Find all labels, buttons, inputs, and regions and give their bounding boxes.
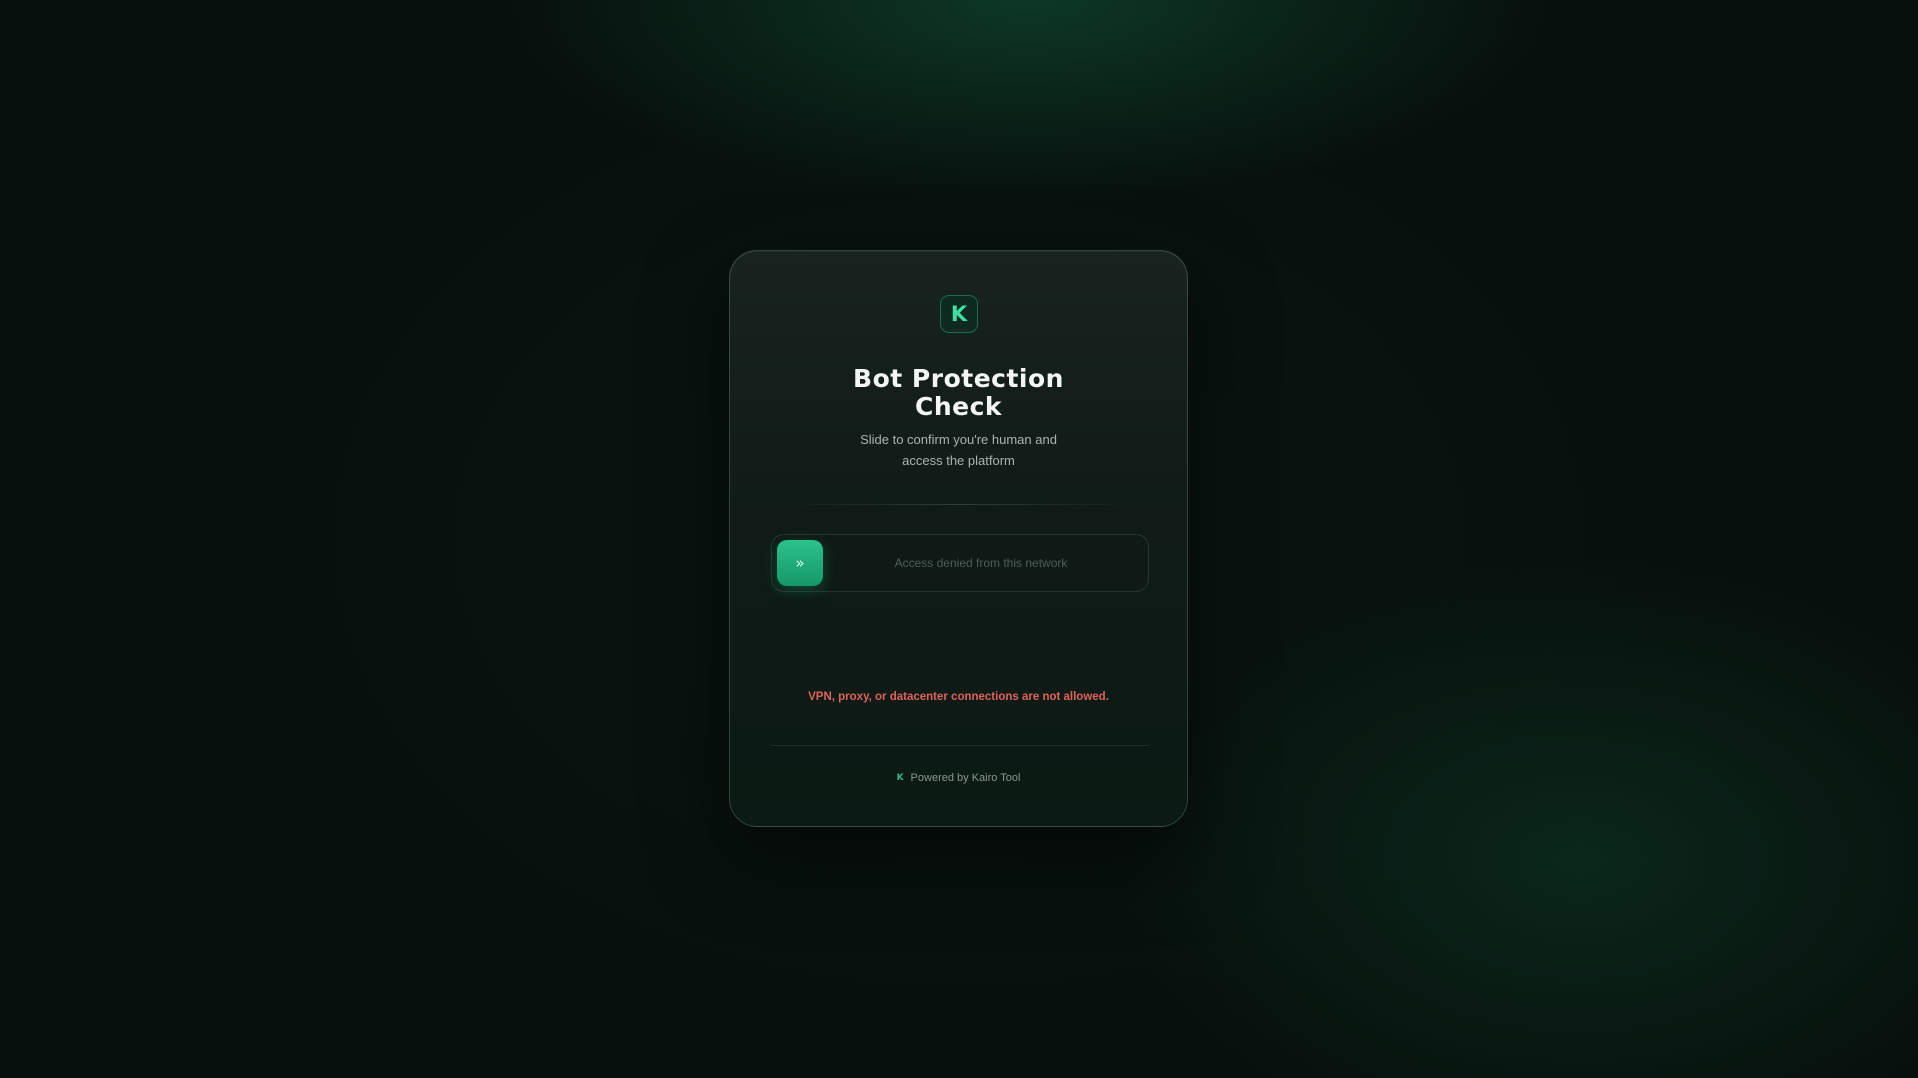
kairo-logo-icon: K [940,295,978,333]
divider [790,504,1129,505]
powered-by-text: Powered by Kairo Tool [910,772,1021,784]
verification-slider[interactable]: » Access denied from this network [771,534,1149,592]
page-subtitle: Slide to confirm you're human and access… [860,432,1057,468]
kairo-small-logo-icon: K [896,773,904,783]
footer-divider [771,745,1149,746]
page-title: Bot Protection Check [853,364,1064,421]
footer: K Powered by Kairo Tool [730,772,1187,784]
error-message: VPN, proxy, or datacenter connections ar… [808,691,1109,703]
chevrons-right-icon: » [795,554,805,572]
slider-handle[interactable]: » [777,540,823,586]
slider-status-text: Access denied from this network [894,556,1068,570]
verification-card: K Bot Protection Check Slide to confirm … [729,250,1188,827]
